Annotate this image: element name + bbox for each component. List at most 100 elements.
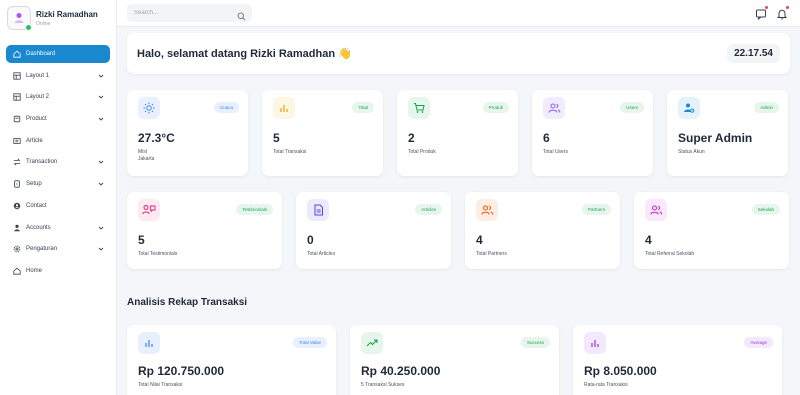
bell-icon[interactable] (776, 6, 789, 20)
sidebar: Rizki Ramadhan Online Dashboard Layout 1… (0, 0, 117, 395)
chevron-down-icon (97, 224, 104, 231)
bar-chart-icon (273, 97, 295, 119)
sidebar-item-pengaturan[interactable]: Pengaturan (6, 240, 110, 258)
layout-icon (12, 93, 21, 102)
sidebar-item-layout-2[interactable]: Layout 2 (6, 88, 110, 106)
stat-value: Super Admin (678, 131, 753, 145)
transfer-icon (12, 158, 21, 167)
stat-value: 27.3°C (138, 131, 175, 145)
status-badge: Produk (482, 102, 509, 113)
notification-dot (786, 6, 789, 9)
sidebar-menu: Dashboard Layout 1 Layout 2 Product Arti… (0, 45, 116, 280)
article-icon (12, 136, 21, 145)
chevron-down-icon (97, 94, 104, 101)
stat-label: Total Referral Sekolah (645, 251, 695, 257)
stat-label: Total Partners (476, 251, 507, 257)
status-badge: Admin (754, 102, 779, 113)
summary-label: 5 Transaksi Sukses (361, 382, 405, 388)
stat-label: Status Akun (678, 149, 705, 155)
sidebar-item-label: Accounts (26, 224, 51, 231)
stat-value: 4 (476, 233, 483, 247)
sidebar-item-product[interactable]: Product (6, 110, 110, 128)
layout-icon (12, 71, 21, 80)
sidebar-item-home[interactable]: Home (6, 262, 110, 280)
stat-card-testimonials[interactable]: Testimonials 5 Total Testimonials (127, 192, 282, 269)
stat-card-partners[interactable]: Partners 4 Total Partners (465, 192, 620, 269)
school-icon (645, 199, 667, 221)
stat-value: 2 (408, 131, 415, 145)
message-icon[interactable] (755, 6, 768, 21)
bar-chart-icon (584, 332, 606, 354)
stat-card-users[interactable]: Users 6 Total Users (532, 90, 653, 176)
sidebar-item-contact[interactable]: Contact (6, 197, 110, 215)
profile-status: Online (36, 20, 51, 27)
status-badge: Cuaca (213, 102, 239, 113)
search-input[interactable] (127, 4, 252, 22)
stat-card-weather[interactable]: Cuaca 27.3°C Mist Jakarta (127, 90, 248, 176)
chevron-down-icon (97, 72, 104, 79)
summary-value: Rp 40.250.000 (361, 364, 441, 378)
search-icon[interactable] (237, 8, 246, 21)
status-badge: Partners (581, 204, 611, 215)
status-badge: Success (520, 337, 550, 348)
sidebar-item-label: Home (26, 267, 43, 274)
stat-label: Total Produk (408, 149, 436, 155)
stat-label: Total Articles (307, 251, 336, 257)
user-gear-icon (678, 97, 700, 119)
status-badge: Articles (415, 204, 442, 215)
chevron-down-icon (97, 181, 104, 188)
summary-label: Rata-rata Transaksi (584, 382, 628, 388)
cart-icon (408, 97, 430, 119)
stat-value: 5 (273, 131, 280, 145)
chevron-down-icon (97, 116, 104, 123)
stat-label: Total Transaksi (273, 149, 307, 155)
setup-icon (12, 180, 21, 189)
summary-card-average[interactable]: Average Rp 8.050.000 Rata-rata Transaksi (573, 325, 782, 395)
stat-label: Total Testimonials (138, 251, 178, 257)
summary-value: Rp 120.750.000 (138, 364, 225, 378)
stat-label-secondary: Jakarta (138, 156, 155, 162)
stat-label: Mist (138, 149, 148, 155)
home-icon (12, 50, 21, 59)
sidebar-item-label: Article (26, 137, 43, 144)
topbar (117, 0, 800, 27)
summary-card-success[interactable]: Success Rp 40.250.000 5 Transaksi Sukses (350, 325, 559, 395)
status-badge: Users (620, 102, 644, 113)
sidebar-item-transaction[interactable]: Transaction (6, 153, 110, 171)
stat-value: 5 (138, 233, 145, 247)
status-badge: Total (352, 102, 374, 113)
profile-name: Rizki Ramadhan (36, 9, 98, 19)
notification-dot (765, 6, 768, 9)
stat-card-transactions[interactable]: Total 5 Total Transaksi (262, 90, 383, 176)
stat-card-school-referral[interactable]: Sekolah 4 Total Referral Sekolah (634, 192, 789, 269)
sidebar-item-article[interactable]: Article (6, 132, 110, 150)
sidebar-item-label: Layout 1 (26, 72, 50, 79)
user-icon (12, 223, 21, 232)
summary-label: Total Nilai Transaksi (138, 382, 183, 388)
sidebar-item-layout-1[interactable]: Layout 1 (6, 67, 110, 85)
house-icon (12, 266, 21, 275)
status-badge: Total Value (293, 337, 327, 348)
summary-card-total-value[interactable]: Total Value Rp 120.750.000 Total Nilai T… (127, 325, 336, 395)
sidebar-item-dashboard[interactable]: Dashboard (6, 45, 110, 63)
sidebar-item-setup[interactable]: Setup (6, 175, 110, 193)
avatar (7, 6, 32, 31)
stat-label: Total Users (543, 149, 569, 155)
summary-value: Rp 8.050.000 (584, 364, 657, 378)
profile[interactable]: Rizki Ramadhan Online (0, 0, 116, 36)
status-badge: Sekolah (751, 204, 780, 215)
sidebar-item-accounts[interactable]: Accounts (6, 219, 110, 237)
stat-card-articles[interactable]: Articles 0 Total Articles (296, 192, 451, 269)
sidebar-item-label: Transaction (26, 159, 58, 166)
stat-value: 4 (645, 233, 652, 247)
stat-card-account-status[interactable]: Admin Super Admin Status Akun (667, 90, 788, 176)
stat-value: 6 (543, 131, 550, 145)
online-status-dot (25, 24, 32, 31)
contact-icon (12, 201, 21, 210)
stat-card-products[interactable]: Produk 2 Total Produk (397, 90, 518, 176)
sun-icon (138, 97, 160, 119)
welcome-banner: Halo, selamat datang Rizki Ramadhan 👋 22… (127, 33, 790, 74)
stat-value: 0 (307, 233, 314, 247)
gear-icon (12, 245, 21, 254)
partners-icon (476, 199, 498, 221)
